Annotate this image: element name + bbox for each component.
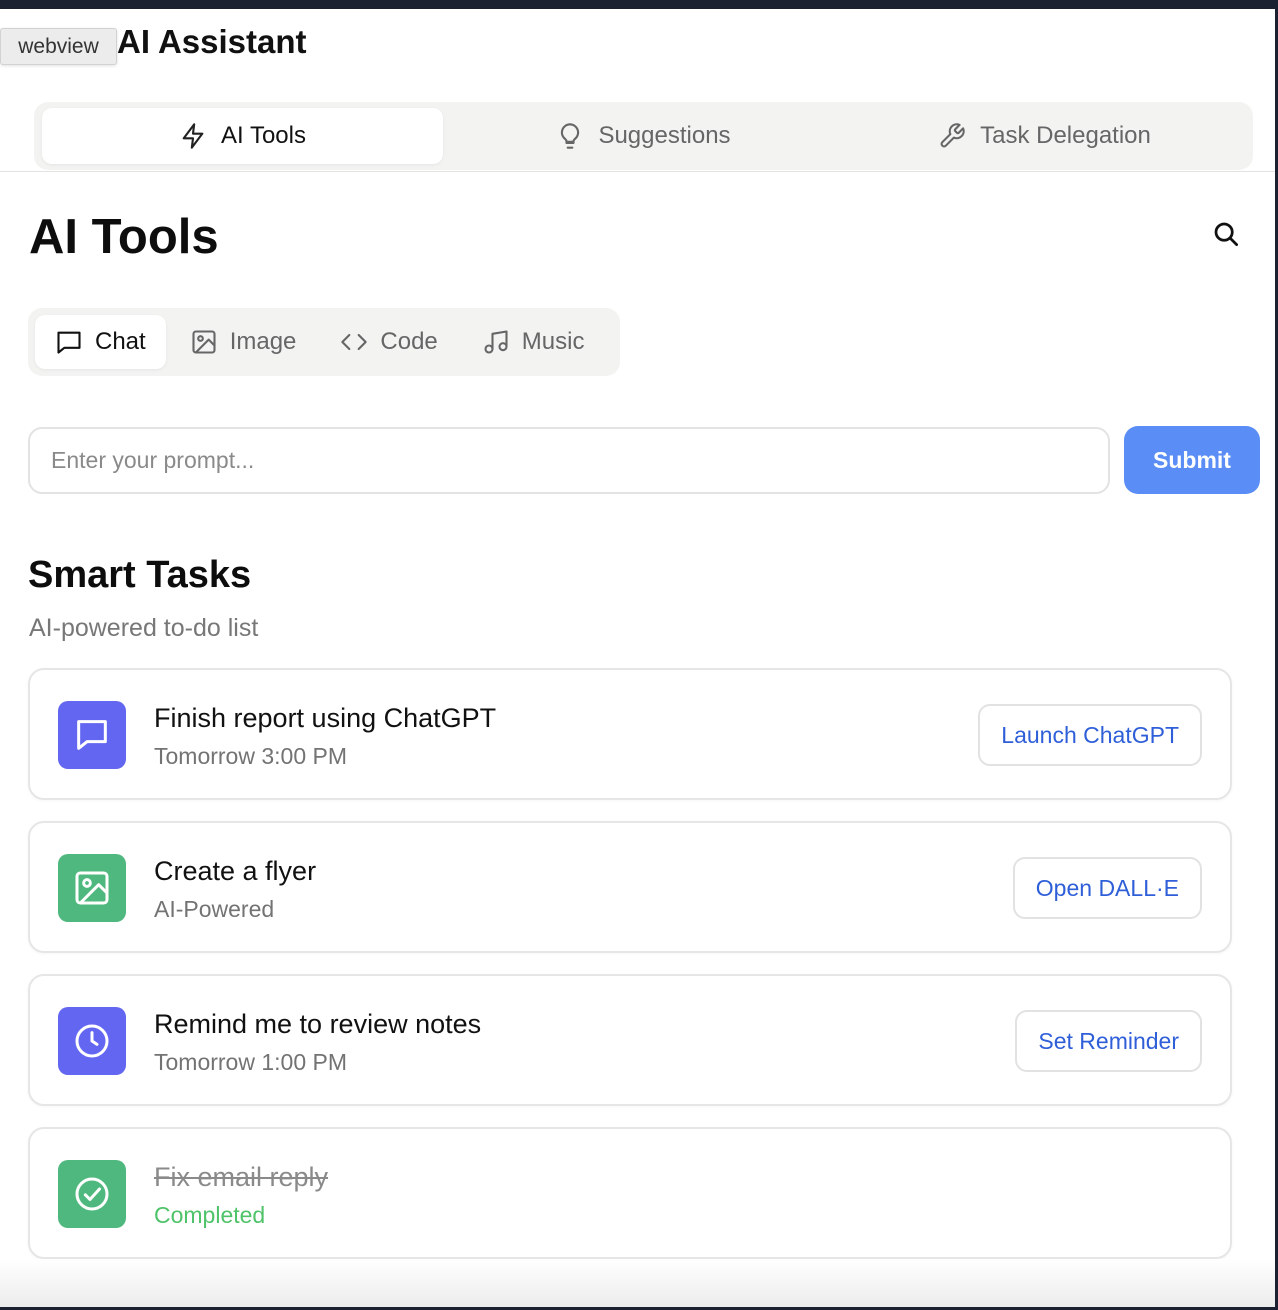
tab-label: Suggestions [598, 122, 731, 149]
task-card: Remind me to review notes Tomorrow 1:00 … [28, 974, 1232, 1106]
chat-bubble-icon [77, 720, 107, 750]
check-circle-icon [75, 1177, 109, 1211]
task-title: Finish report using ChatGPT [154, 703, 497, 733]
tab-label: Code [380, 328, 438, 355]
bottom-fade [0, 1259, 1275, 1307]
section-subtitle: AI-powered to-do list [29, 614, 259, 642]
top-tab-bar: AI Tools Suggestions Task Delegation [34, 102, 1253, 170]
image-icon [192, 330, 216, 354]
tab-label: Chat [95, 328, 146, 355]
tab-ai-tools[interactable]: AI Tools [42, 108, 443, 164]
task-title: Fix email reply [154, 1162, 329, 1192]
task-title: Remind me to review notes [154, 1009, 482, 1039]
page-title: AI Tools [29, 210, 219, 264]
wrench-icon [940, 123, 965, 148]
tab-label: Task Delegation [980, 122, 1151, 149]
task-due-time: Tomorrow 3:00 PM [154, 743, 348, 769]
tab-task-delegation[interactable]: Task Delegation [844, 108, 1245, 164]
tab-suggestions[interactable]: Suggestions [443, 108, 844, 164]
search-icon[interactable] [1211, 219, 1241, 249]
task-icon-badge [58, 1160, 126, 1228]
tab-label: AI Tools [221, 122, 306, 149]
task-icon-badge [58, 701, 126, 769]
task-status: Completed [154, 1202, 266, 1228]
tab-code[interactable]: Code [320, 315, 457, 369]
open-dalle-button[interactable]: Open DALL·E [1012, 857, 1202, 919]
launch-chatgpt-button[interactable]: Launch ChatGPT [978, 704, 1202, 766]
image-icon [75, 871, 109, 905]
task-tag: AI-Powered [154, 896, 275, 922]
chat-bubble-icon [57, 331, 81, 354]
tab-label: Image [229, 328, 297, 355]
webview-label: webview [0, 28, 117, 65]
tool-type-tabs: Chat Image Code Music [28, 308, 620, 376]
code-icon [341, 333, 368, 351]
section-title: Smart Tasks [28, 554, 252, 596]
task-card: Fix email reply Completed [28, 1127, 1232, 1259]
task-title: Create a flyer [154, 856, 317, 886]
clock-icon [75, 1024, 109, 1058]
prompt-input[interactable] [28, 427, 1110, 494]
tab-chat[interactable]: Chat [35, 315, 166, 369]
tab-label: Music [521, 328, 585, 355]
tab-music[interactable]: Music [462, 315, 605, 369]
app-title: AI Assistant [117, 23, 307, 60]
lightning-icon [182, 123, 204, 149]
task-icon-badge [58, 1007, 126, 1075]
task-icon-badge [58, 854, 126, 922]
lightbulb-icon [561, 123, 580, 149]
task-card: Create a flyer AI-Powered Open DALL·E [28, 821, 1232, 953]
task-due-time: Tomorrow 1:00 PM [154, 1049, 348, 1075]
music-note-icon [484, 330, 508, 354]
task-card: Finish report using ChatGPT Tomorrow 3:0… [28, 668, 1232, 800]
submit-button[interactable]: Submit [1124, 426, 1260, 494]
tab-image[interactable]: Image [170, 315, 317, 369]
app-window: AI Assistant AI Tools Suggestions Task D… [0, 9, 1275, 1307]
set-reminder-button[interactable]: Set Reminder [1015, 1010, 1202, 1072]
header-divider [0, 171, 1275, 172]
